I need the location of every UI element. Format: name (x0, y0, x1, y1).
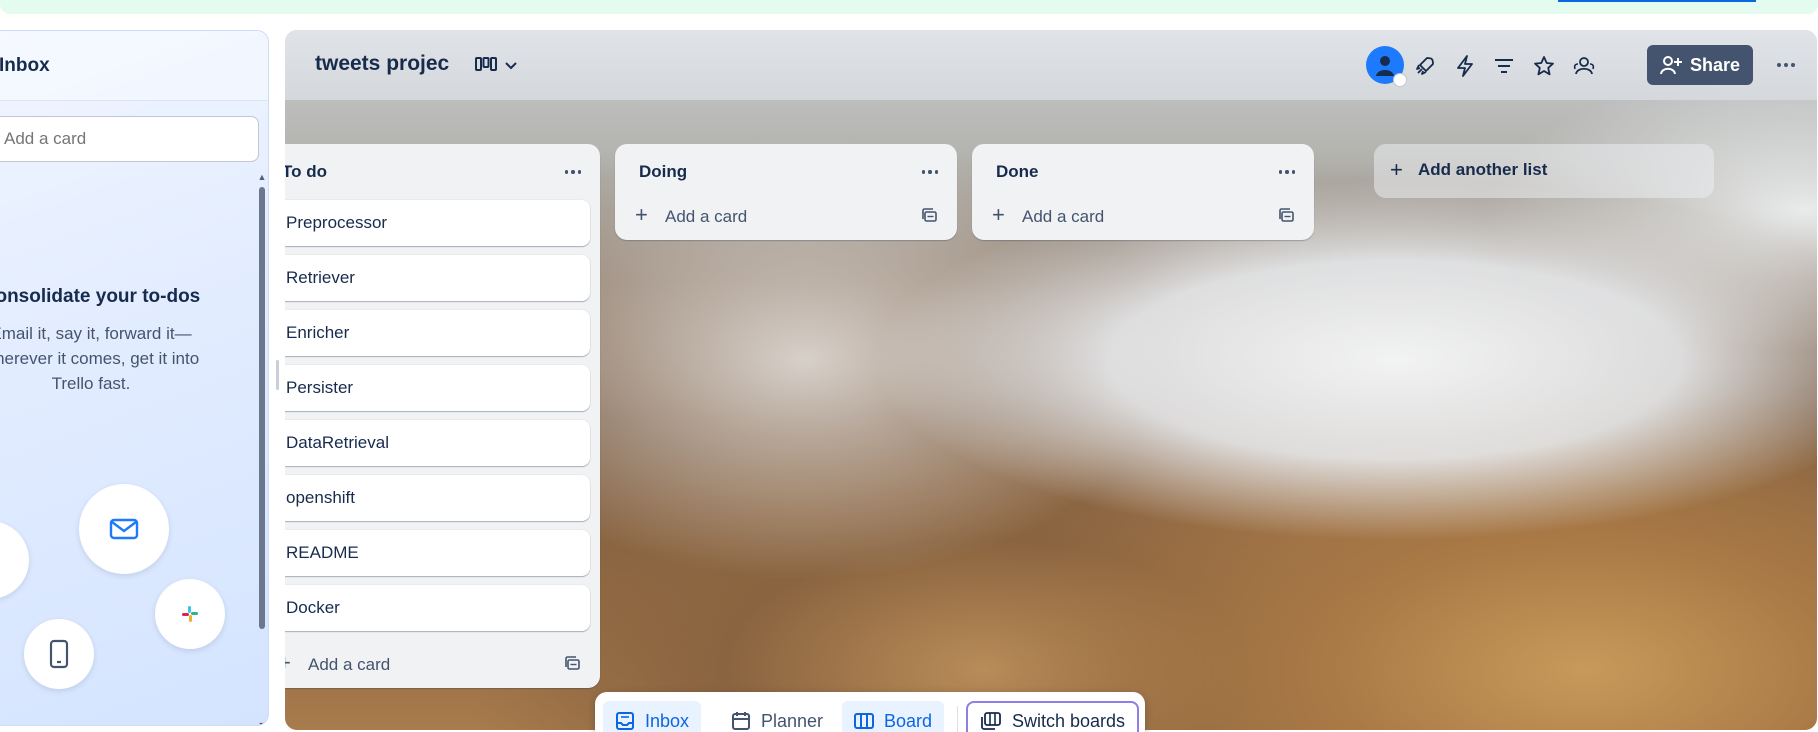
card[interactable]: README (285, 530, 590, 576)
card[interactable]: Enricher (285, 310, 590, 356)
phone-icon (49, 639, 69, 669)
list-menu-button[interactable] (1274, 162, 1300, 182)
nav-inbox-label: Inbox (645, 710, 690, 731)
nav-planner-label: Planner (761, 710, 824, 731)
chevron-down-icon (505, 62, 517, 70)
calendar-icon (732, 712, 750, 730)
scrollbar-thumb[interactable] (259, 187, 265, 629)
list-header: To do (285, 144, 600, 200)
teams-icon (0, 549, 1, 571)
board-view-switcher[interactable] (467, 48, 523, 82)
list-title[interactable]: Doing (639, 162, 687, 182)
banner-link[interactable] (1558, 0, 1756, 2)
card[interactable]: Persister (285, 365, 590, 411)
more-icon (1278, 170, 1283, 174)
nav-divider (957, 706, 958, 732)
power-ups-button[interactable] (1410, 51, 1440, 81)
nav-planner-button[interactable]: Planner (719, 701, 835, 732)
board-header: tweets projec Share (285, 30, 1817, 100)
visibility-button[interactable] (1569, 51, 1599, 81)
lightning-icon (1457, 55, 1473, 77)
add-person-icon (1659, 56, 1682, 75)
list-doing: Doing + Add a card (615, 144, 957, 240)
list-done: Done + Add a card (972, 144, 1314, 240)
slack-icon (182, 606, 198, 622)
list-menu-button[interactable] (917, 162, 943, 182)
board-menu-button[interactable] (1771, 50, 1801, 80)
board-view-icon (475, 57, 497, 71)
add-card-label: Add a card (1022, 207, 1105, 226)
inbox-add-card-input[interactable] (0, 116, 259, 162)
scroll-down-icon[interactable]: ▼ (256, 719, 268, 725)
top-banner (0, 0, 1818, 14)
inbox-heading: Consolidate your to-dos (0, 286, 201, 307)
star-board-button[interactable] (1529, 51, 1559, 81)
plus-icon: + (1390, 157, 1403, 182)
star-icon (1534, 56, 1554, 76)
inbox-icon (616, 712, 634, 730)
board: tweets projec Share To do Preprocessor R… (285, 30, 1817, 730)
card[interactable]: Preprocessor (285, 200, 590, 246)
mail-icon (109, 518, 139, 540)
add-card-button[interactable]: + Add a card (285, 640, 600, 688)
inbox-body: Email it, say it, forward it—wherever it… (0, 324, 200, 393)
add-card-button[interactable]: + Add a card (615, 192, 957, 240)
email-source-button[interactable] (79, 484, 169, 574)
filter-icon (1495, 59, 1513, 73)
list-to-do: To do Preprocessor Retriever Enricher Pe… (285, 144, 600, 688)
inbox-scrollbar[interactable]: ▲ ▼ (256, 171, 268, 725)
rocket-icon (1416, 57, 1434, 75)
card[interactable]: DataRetrieval (285, 420, 590, 466)
card-template-icon[interactable] (564, 655, 582, 673)
add-list-label: Add another list (1418, 160, 1548, 179)
switch-boards-icon (981, 712, 1001, 730)
switch-boards-button[interactable]: Switch boards (966, 701, 1140, 732)
team-visibility-icon (1573, 57, 1595, 75)
share-label: Share (1689, 54, 1741, 75)
card-template-icon[interactable] (1278, 207, 1296, 225)
automation-button[interactable] (1450, 51, 1480, 81)
card[interactable]: openshift (285, 475, 590, 521)
slack-source-button[interactable] (155, 579, 225, 649)
panel-resize-handle[interactable] (276, 360, 279, 390)
card[interactable]: Docker (285, 585, 590, 631)
add-list-button[interactable]: + Add another list (1374, 144, 1714, 198)
switch-boards-label: Switch boards (1012, 710, 1126, 731)
scroll-up-icon[interactable]: ▲ (256, 171, 268, 183)
inbox-header: Inbox (0, 31, 268, 101)
nav-board-button[interactable]: Board (842, 701, 945, 732)
share-button[interactable]: Share (1647, 45, 1753, 85)
plus-icon: + (635, 202, 648, 227)
board-icon (854, 713, 874, 729)
board-title[interactable]: tweets projec (315, 52, 449, 76)
more-icon (1777, 63, 1781, 67)
more-icon (564, 170, 569, 174)
avatar[interactable] (1366, 46, 1407, 87)
more-icon (921, 170, 926, 174)
inbox-panel: Inbox Consolidate your to-dos Email it, … (0, 30, 269, 726)
plus-icon: + (992, 202, 1005, 227)
card-template-icon[interactable] (921, 207, 939, 225)
inbox-title: Inbox (0, 55, 50, 76)
bottom-nav: Inbox Planner Board Switch boards (595, 692, 1145, 732)
add-card-label: Add a card (308, 655, 391, 674)
list-title[interactable]: Done (996, 162, 1039, 182)
filter-button[interactable] (1489, 51, 1519, 81)
list-title[interactable]: To do (285, 162, 327, 182)
teams-source-button[interactable] (0, 521, 29, 599)
plus-icon: + (285, 652, 291, 674)
user-icon (1376, 56, 1394, 76)
list-menu-button[interactable] (560, 162, 586, 182)
add-card-label: Add a card (665, 207, 748, 226)
nav-inbox-button[interactable]: Inbox (603, 701, 702, 732)
mobile-source-button[interactable] (24, 619, 94, 689)
nav-board-label: Board (884, 710, 933, 731)
add-card-button[interactable]: + Add a card (972, 192, 1314, 240)
workspace-badge-icon (1393, 73, 1407, 87)
card[interactable]: Retriever (285, 255, 590, 301)
